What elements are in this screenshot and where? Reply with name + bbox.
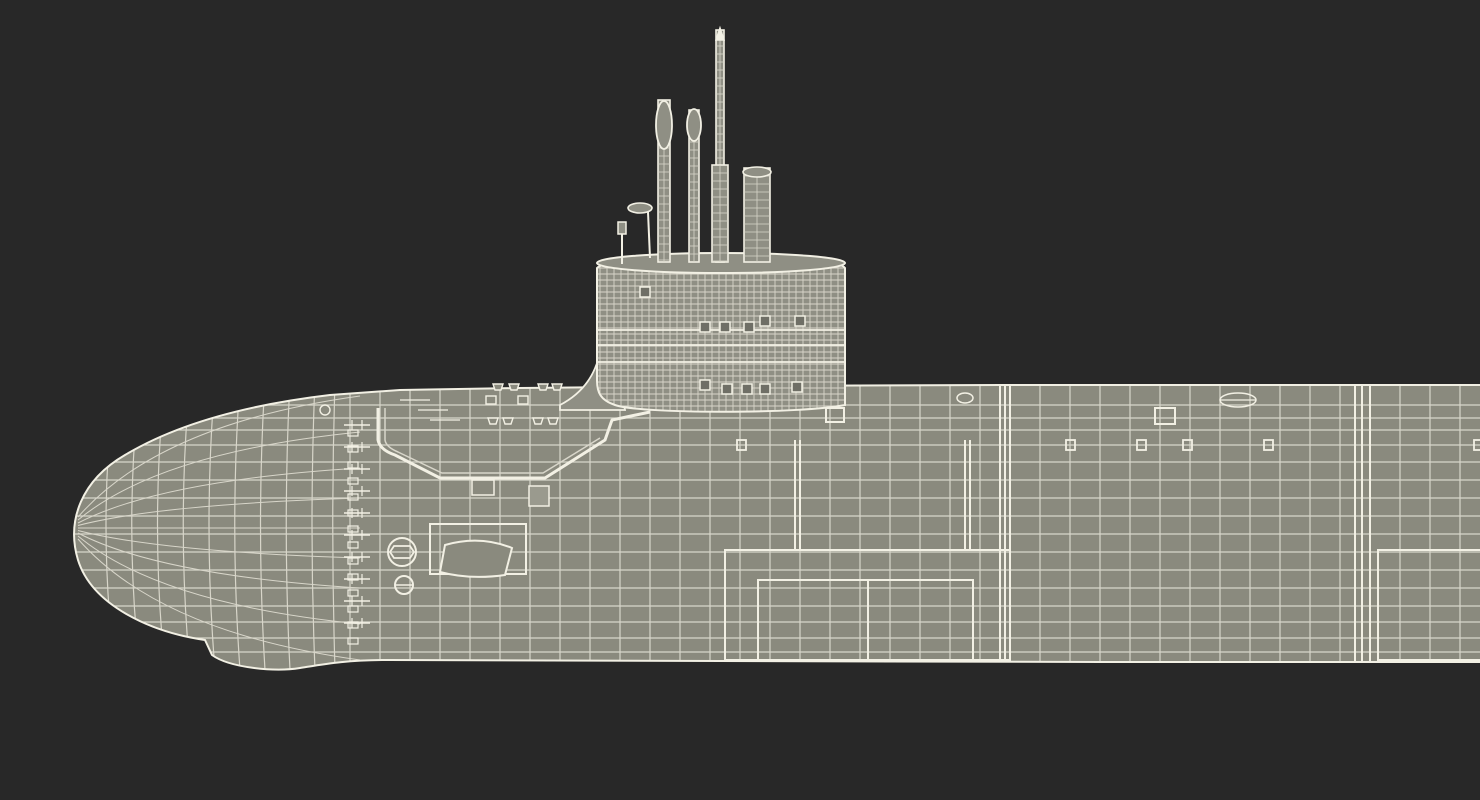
sail-hatch bbox=[721, 383, 733, 395]
submarine-wireframe bbox=[73, 25, 1480, 671]
periscope-head-2 bbox=[686, 108, 702, 142]
deck-cleat bbox=[492, 383, 504, 391]
sail-hatch bbox=[791, 381, 803, 393]
vent-flap bbox=[438, 539, 514, 578]
sail-hatch bbox=[699, 379, 711, 391]
sail-hatch bbox=[741, 383, 753, 395]
deck-cleat bbox=[551, 383, 563, 391]
deck-cleat bbox=[537, 383, 549, 391]
deck-cleat bbox=[487, 417, 499, 425]
radar-mast bbox=[711, 164, 729, 263]
deck-grate bbox=[528, 485, 550, 507]
deck-cleat bbox=[502, 417, 514, 425]
deck-cleat bbox=[532, 417, 544, 425]
sail-hatch bbox=[639, 286, 651, 298]
snorkel-mast bbox=[743, 167, 771, 263]
deck-cleat bbox=[547, 417, 559, 425]
render-viewport bbox=[0, 0, 1480, 800]
sail-hatch bbox=[699, 321, 711, 333]
snorkel-cap bbox=[742, 166, 772, 178]
sail-hatch bbox=[794, 315, 806, 327]
hull-body bbox=[74, 385, 1480, 670]
small-antenna-head bbox=[617, 221, 627, 235]
sail-hatch bbox=[719, 321, 731, 333]
sail-hatch bbox=[743, 321, 755, 333]
radar-dish-post bbox=[647, 211, 651, 259]
hull bbox=[73, 384, 1480, 671]
sail bbox=[596, 252, 846, 413]
sail-hatch bbox=[759, 383, 771, 395]
periscope-head-1 bbox=[655, 100, 673, 150]
periscope-masts bbox=[617, 25, 772, 264]
deck-cleat bbox=[508, 383, 520, 391]
radar-dish bbox=[627, 202, 653, 214]
sail-hatch bbox=[759, 315, 771, 327]
